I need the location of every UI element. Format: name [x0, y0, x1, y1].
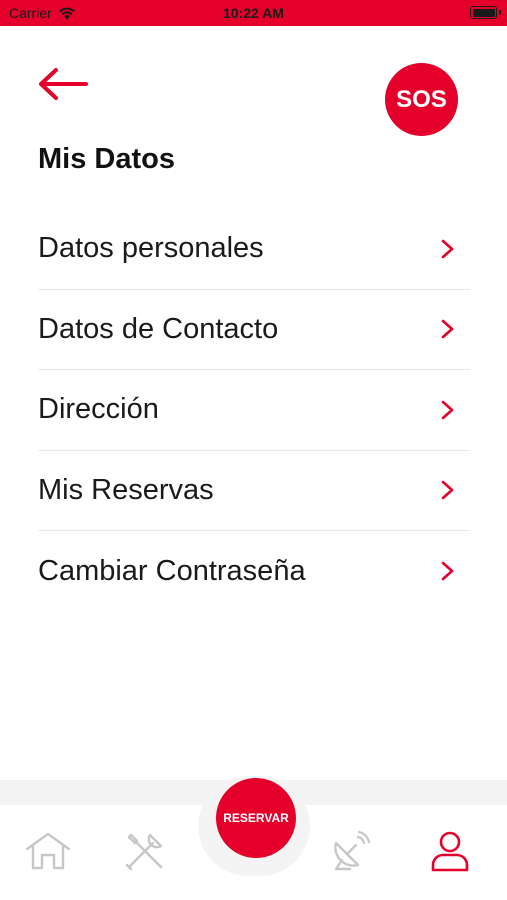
sos-button[interactable]: SOS	[385, 63, 458, 136]
status-time: 10:22 AM	[223, 5, 284, 21]
menu-item-datos-de-contacto[interactable]: Datos de Contacto	[38, 290, 470, 370]
battery-icon	[470, 6, 497, 19]
menu-item-cambiar-contrasena[interactable]: Cambiar Contraseña	[38, 531, 470, 612]
menu-item-label: Cambiar Contraseña	[38, 554, 306, 587]
tab-satellite[interactable]	[325, 826, 375, 876]
menu-item-label: Datos de Contacto	[38, 312, 279, 345]
chevron-right-icon	[441, 561, 454, 581]
page-title: Mis Datos	[38, 143, 175, 175]
menu-item-label: Dirección	[38, 393, 159, 426]
tools-icon	[125, 833, 163, 871]
user-icon	[431, 831, 469, 872]
chevron-right-icon	[441, 319, 454, 339]
menu-item-datos-personales[interactable]: Datos personales	[38, 209, 470, 290]
menu-item-label: Mis Reservas	[38, 473, 214, 506]
chevron-right-icon	[441, 400, 454, 420]
tab-profile[interactable]	[425, 826, 475, 876]
arrow-left-icon	[39, 68, 88, 100]
reservar-button[interactable]: RESERVAR	[216, 778, 296, 858]
battery-cap	[499, 10, 501, 15]
status-bar: Carrier 10:22 AM	[0, 0, 507, 26]
tab-tools[interactable]	[120, 826, 170, 876]
menu-item-mis-reservas[interactable]: Mis Reservas	[38, 451, 470, 531]
tab-home[interactable]	[23, 826, 73, 876]
menu-item-direccion[interactable]: Dirección	[38, 370, 470, 451]
satellite-dish-icon	[334, 830, 371, 871]
chevron-right-icon	[441, 239, 454, 259]
home-icon	[25, 832, 71, 870]
chevron-right-icon	[441, 480, 454, 500]
back-button[interactable]	[36, 64, 90, 104]
menu-item-label: Datos personales	[38, 232, 264, 265]
settings-menu: Datos personales Datos de Contacto Direc…	[38, 209, 470, 612]
